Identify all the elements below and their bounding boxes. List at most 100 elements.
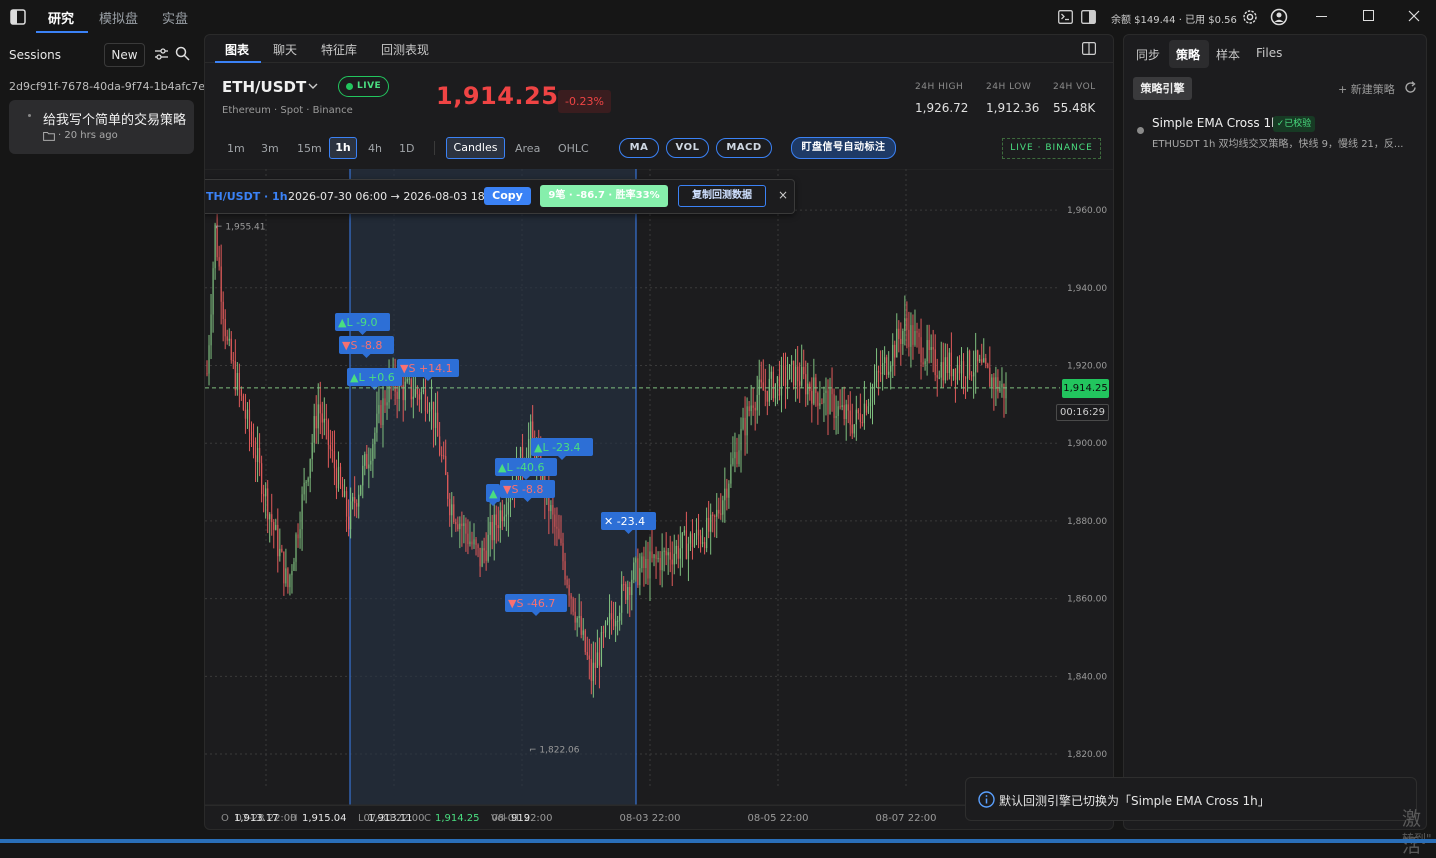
tab-chart[interactable]: 图表 (225, 41, 249, 58)
candle-body (762, 382, 764, 391)
candle-body (861, 422, 863, 424)
info-icon (978, 791, 995, 808)
candle-body (248, 409, 251, 432)
candle-body (975, 350, 977, 373)
candle-body (273, 522, 275, 530)
candle-body (750, 405, 752, 412)
indicator-macd[interactable]: MACD (716, 138, 772, 158)
candle-body (275, 524, 277, 530)
gear-icon[interactable] (1242, 9, 1258, 25)
copy-button[interactable]: Copy (484, 187, 531, 205)
candle-body (610, 613, 613, 619)
candle-body (347, 516, 350, 530)
candle-body (457, 524, 459, 530)
candle-body (252, 440, 255, 456)
tab-live[interactable]: 实盘 (162, 8, 188, 27)
tf-3m[interactable]: 3m (261, 142, 279, 155)
backtest-close-button[interactable]: × (778, 188, 788, 202)
candle-body (764, 390, 766, 392)
y-tick-label: 1,820.00 (1067, 750, 1107, 760)
indicator-ma[interactable]: MA (619, 138, 659, 158)
terminal-icon[interactable] (1058, 10, 1073, 24)
tab-backtest[interactable]: 回测表现 (381, 41, 429, 58)
user-avatar-icon[interactable] (1270, 8, 1288, 26)
candle-body (408, 378, 410, 380)
tab-research[interactable]: 研究 (48, 8, 74, 27)
candle-body (309, 459, 311, 479)
chevron-down-icon[interactable] (308, 83, 318, 90)
candle-body (528, 438, 530, 459)
style-ohlc[interactable]: OHLC (558, 142, 589, 155)
candle-body (744, 417, 746, 436)
candle-body (671, 559, 673, 565)
candle-body (683, 530, 685, 533)
candle-body (574, 611, 576, 623)
tab-features[interactable]: 特征库 (321, 41, 357, 58)
y-tick-label: 1,840.00 (1067, 672, 1107, 682)
style-candles[interactable]: Candles (446, 137, 505, 159)
candle-body (376, 413, 378, 433)
tf-1m[interactable]: 1m (227, 142, 245, 155)
candle-body (910, 325, 912, 347)
candle-body (778, 376, 781, 396)
candle-body (851, 424, 853, 434)
trade-marker-label: ▼S -46.7 (508, 597, 555, 610)
tab-files[interactable]: Files (1256, 46, 1282, 60)
split-view-icon[interactable] (1082, 42, 1096, 55)
new-session-button[interactable]: New (104, 43, 145, 67)
minimize-icon[interactable] (1316, 16, 1327, 17)
filter-icon[interactable] (154, 47, 169, 61)
copy-backtest-data-button[interactable]: 复制回测数据 (678, 185, 766, 207)
sidebar-toggle-icon[interactable] (10, 9, 26, 25)
candle-body (319, 404, 321, 414)
close-icon[interactable] (1408, 10, 1420, 22)
backtest-summary: 9笔 · -86.7 · 胜率33% (540, 185, 668, 207)
candle-body (206, 373, 208, 375)
auto-label-button[interactable]: 盯盘信号自动标注 (791, 137, 896, 159)
panel-layout-icon[interactable] (1081, 10, 1096, 24)
refresh-icon[interactable] (1404, 81, 1417, 94)
candle-body (600, 632, 603, 666)
candle-body (803, 366, 805, 375)
new-strategy-button[interactable]: + 新建策略 (1338, 81, 1395, 97)
trade-marker-label: ✕ -23.4 (604, 515, 645, 528)
candle-body (952, 368, 955, 377)
tf-15m[interactable]: 15m (297, 142, 322, 155)
tf-1h[interactable]: 1h (329, 137, 357, 159)
candle-body (788, 364, 791, 380)
style-area[interactable]: Area (515, 142, 540, 155)
candle-body (396, 391, 398, 399)
tab-paper[interactable]: 模拟盘 (99, 8, 138, 27)
chart-tab-indicator (215, 61, 261, 63)
candle-body (598, 652, 601, 666)
symbol-title[interactable]: ETH/USDT (222, 78, 306, 96)
tab-strategy[interactable]: 策略 (1176, 46, 1200, 63)
maximize-icon[interactable] (1363, 10, 1374, 21)
tab-chat[interactable]: 聊天 (273, 41, 297, 58)
strategy-status-dot (1137, 127, 1144, 134)
candle-body (989, 367, 991, 387)
candle-body (580, 616, 582, 635)
candle-body (647, 558, 649, 579)
candle-body (906, 318, 908, 330)
candle-body (451, 504, 453, 516)
candle-body (704, 542, 706, 549)
candle-body (495, 514, 497, 526)
indicator-vol[interactable]: VOL (666, 138, 709, 158)
candle-body (208, 345, 210, 374)
candlestick-chart[interactable]: 1,960.00 1,940.00 1,920.00 1,900.00 1,880.00… (205, 169, 1114, 830)
symbol-subtitle: Ethereum · Spot · Binance (222, 105, 353, 116)
strategy-name[interactable]: Simple EMA Cross 1h (1152, 116, 1279, 130)
tf-4h[interactable]: 4h (368, 142, 382, 155)
search-icon[interactable] (175, 46, 190, 61)
tab-samples[interactable]: 样本 (1216, 46, 1240, 63)
balance-text: 余额 $149.44 · 已用 $0.56 (1111, 15, 1237, 26)
tab-sync[interactable]: 同步 (1136, 46, 1160, 63)
y-tick-label: 1,960.00 (1067, 206, 1107, 216)
session-item[interactable]: 给我写个简单的交易策略 · 20 hrs ago (9, 100, 194, 154)
tf-1d[interactable]: 1D (399, 142, 414, 155)
candle-body (269, 514, 271, 520)
ohlc-vol-label: Vol (491, 813, 506, 824)
candle-body (760, 379, 762, 383)
candle-body (434, 412, 437, 428)
